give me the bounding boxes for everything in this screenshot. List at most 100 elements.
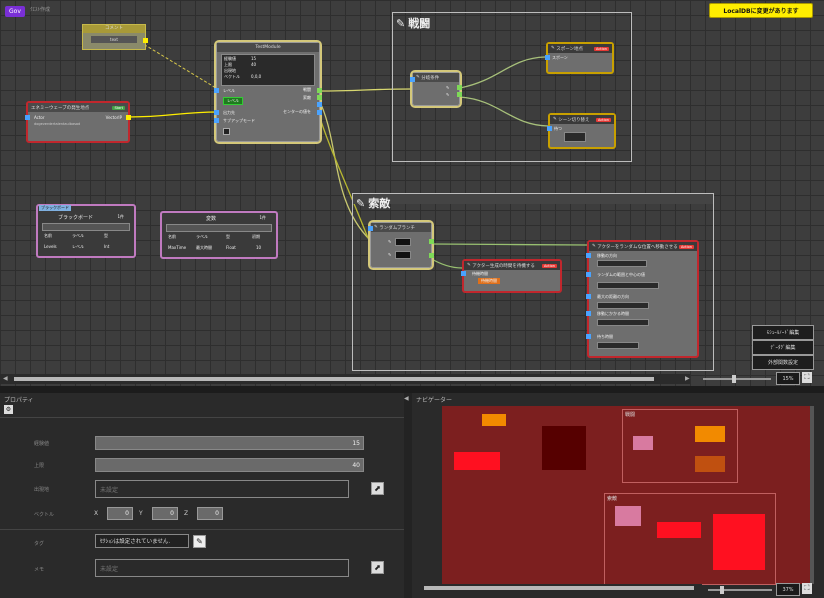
pick-location-icon[interactable]: ⬈ (371, 482, 384, 495)
canvas-zoom-slider[interactable] (703, 378, 771, 380)
explore-right-pin-3[interactable] (586, 294, 591, 299)
minimap[interactable]: 戦闘 索敵 (442, 406, 813, 585)
scene-switch-node[interactable]: ✎ シーン切り替え Action 待つ (547, 113, 616, 149)
limit-field[interactable]: 40 (95, 458, 364, 472)
v-h-name: 名前 (168, 234, 176, 239)
entry-tag: Start (112, 105, 125, 110)
wrench-icon: ✎ (446, 92, 450, 97)
main-val-limit: 40 (251, 62, 257, 67)
explore-branch-out-2[interactable] (429, 253, 434, 258)
main-out-pin-4[interactable] (317, 110, 322, 115)
navigator-h-scrollbar[interactable] (424, 586, 694, 590)
explore-branch-node[interactable]: ✎ ランダムブランチ ✎ ✎ (368, 220, 434, 270)
main-in-pin-sub[interactable] (214, 118, 219, 123)
explore-right-input-1[interactable] (597, 260, 647, 267)
explore-right-pin-1[interactable] (586, 253, 591, 258)
module-node-edit-button[interactable]: ﾓｼｭｰﾙﾉｰﾄﾞ編集 (752, 325, 814, 340)
minimap-battle-group: 戦闘 (622, 409, 738, 483)
fit-view-icon[interactable]: ⛶ (802, 372, 812, 383)
gear-icon[interactable]: ⚙ (4, 405, 13, 414)
explore-right-pin-5[interactable] (586, 334, 591, 339)
comment-node[interactable]: コメント text (82, 24, 148, 50)
main-in-pin-route[interactable] (214, 110, 219, 115)
v-r-label: 最大時間 (196, 245, 212, 250)
pick-memo-icon[interactable]: ⬈ (371, 561, 384, 574)
explore-right-input-4[interactable] (597, 319, 649, 326)
main-val-exp: 15 (251, 56, 257, 61)
memo-field[interactable]: 未設定 (95, 559, 349, 577)
tag-field[interactable]: ｾｸｼｮﾝは設定されていません. (95, 534, 189, 548)
vector-z-field[interactable]: 0 (197, 507, 223, 520)
explore-branch-out-1[interactable] (429, 239, 434, 244)
main-route-label: 出力先 (223, 110, 235, 115)
graph-canvas[interactable]: Gov ｸｴｽﾄ作成 LocalDBに変更があります ✎ 戦闘 ✎ 索敵 コメン… (0, 0, 824, 386)
splitter[interactable] (0, 386, 824, 393)
spawn-field[interactable]: 未設定 (95, 480, 349, 498)
entry-out-pin[interactable] (126, 115, 131, 120)
navigator-zoom-thumb[interactable] (720, 586, 724, 594)
scroll-right-icon[interactable]: ▶ (685, 375, 690, 382)
vector-z-label: Z (184, 510, 189, 517)
battle-branch-node[interactable]: ✎ 分岐条件 ✎ ✎ (410, 70, 462, 108)
explore-right-pin-4[interactable] (586, 311, 591, 316)
main-module-node[interactable]: TestModule 経験値 15 上限 40 出現地 ベクトル 0,0,0 レ… (214, 40, 322, 144)
navigator-fit-icon[interactable]: ⛶ (802, 583, 812, 594)
main-checkbox[interactable] (223, 128, 230, 135)
wrench-icon: ✎ (446, 85, 450, 90)
bb-h-label: ラベル (72, 233, 84, 238)
main-level-label: レベル (223, 88, 235, 93)
blackboard-panel[interactable]: ブラックボード ブラックボード 1件 名前 ラベル 型 Levels レベル I… (36, 204, 136, 258)
bb-r-name: Levels (44, 244, 57, 249)
wait-in-pin[interactable] (547, 126, 552, 131)
explore-right-input-2[interactable] (597, 282, 659, 289)
enemy-wave-node[interactable]: エネミーウェーブの発生地点 Start Actor VectorIP dogev… (25, 101, 131, 143)
vector-x-field[interactable]: 0 (107, 507, 133, 520)
navigator-zoom-slider[interactable] (708, 589, 772, 591)
branch-top-in-pin[interactable] (410, 77, 415, 82)
explore-right-input-3[interactable] (597, 302, 649, 309)
explore-branch-input-2[interactable] (395, 251, 411, 259)
explore-mid-in-pin[interactable] (461, 271, 466, 276)
canvas-zoom-value[interactable]: 15% (776, 372, 800, 385)
entry-in-pin[interactable] (25, 115, 30, 120)
explore-right-pin-2[interactable] (586, 272, 591, 277)
canvas-zoom-thumb[interactable] (732, 375, 736, 383)
comment-pin[interactable] (143, 38, 148, 43)
branch-top-out-2[interactable] (457, 92, 462, 97)
collapse-icon[interactable]: ◀ (404, 395, 409, 402)
vector-y-label: Y (139, 510, 143, 517)
wait-input[interactable] (564, 132, 586, 142)
wrench-icon: ✎ (388, 239, 392, 244)
navigator-v-scrollbar[interactable] (810, 406, 814, 584)
spawn-node[interactable]: ✎ スポーン地点 Action スポーン (545, 42, 614, 74)
edit-pencil-icon[interactable]: ✎ (193, 535, 206, 548)
explore-right-input-5[interactable] (597, 342, 639, 349)
main-in-pin-level[interactable] (214, 88, 219, 93)
explore-branch-in-pin[interactable] (368, 226, 373, 231)
datatag-edit-button[interactable]: ﾃﾞｰﾀｸﾞ編集 (752, 340, 814, 355)
vector-y-field[interactable]: 0 (152, 507, 178, 520)
vars-add-button[interactable] (166, 224, 272, 232)
exp-field[interactable]: 15 (95, 436, 364, 450)
explore-right-row-2: ランダムの範囲と中心の値 (597, 272, 645, 277)
external-function-button[interactable]: 外部関数設定 (752, 355, 814, 370)
branch-top-out-1[interactable] (457, 85, 462, 90)
main-level-value[interactable]: レベル (223, 97, 243, 105)
explore-mid-button[interactable]: 待機時間 (478, 278, 500, 284)
variables-panel[interactable]: 変数 1件 名前 ラベル 型 初期 MaxTime 最大時間 Float 10 (160, 211, 278, 259)
pin-icon: ✎ (356, 196, 366, 210)
main-out-pin-1[interactable] (317, 88, 322, 93)
vars-dropdown[interactable]: 1件 (259, 215, 266, 221)
navigator-zoom-value[interactable]: 37% (776, 583, 800, 596)
blackboard-dropdown[interactable]: 1件 (117, 214, 124, 220)
comment-value: text (91, 36, 137, 43)
blackboard-add-button[interactable] (42, 223, 130, 231)
spawn-in-pin[interactable] (545, 55, 550, 60)
canvas-h-scrollbar[interactable] (14, 377, 654, 381)
main-out-pin-3[interactable] (317, 102, 322, 107)
explore-branch-input-1[interactable] (395, 238, 411, 246)
scroll-left-icon[interactable]: ◀ (3, 375, 8, 382)
main-out-pin-2[interactable] (317, 95, 322, 100)
actor-spawn-wait-node[interactable]: ✎ アクター生成の時間を待機する Action 待機時間 待機時間 (461, 259, 562, 293)
actor-random-move-node[interactable]: ✎ アクターをランダムな位置へ移動させる Action 移動の方向 ランダムの範囲… (586, 240, 699, 358)
